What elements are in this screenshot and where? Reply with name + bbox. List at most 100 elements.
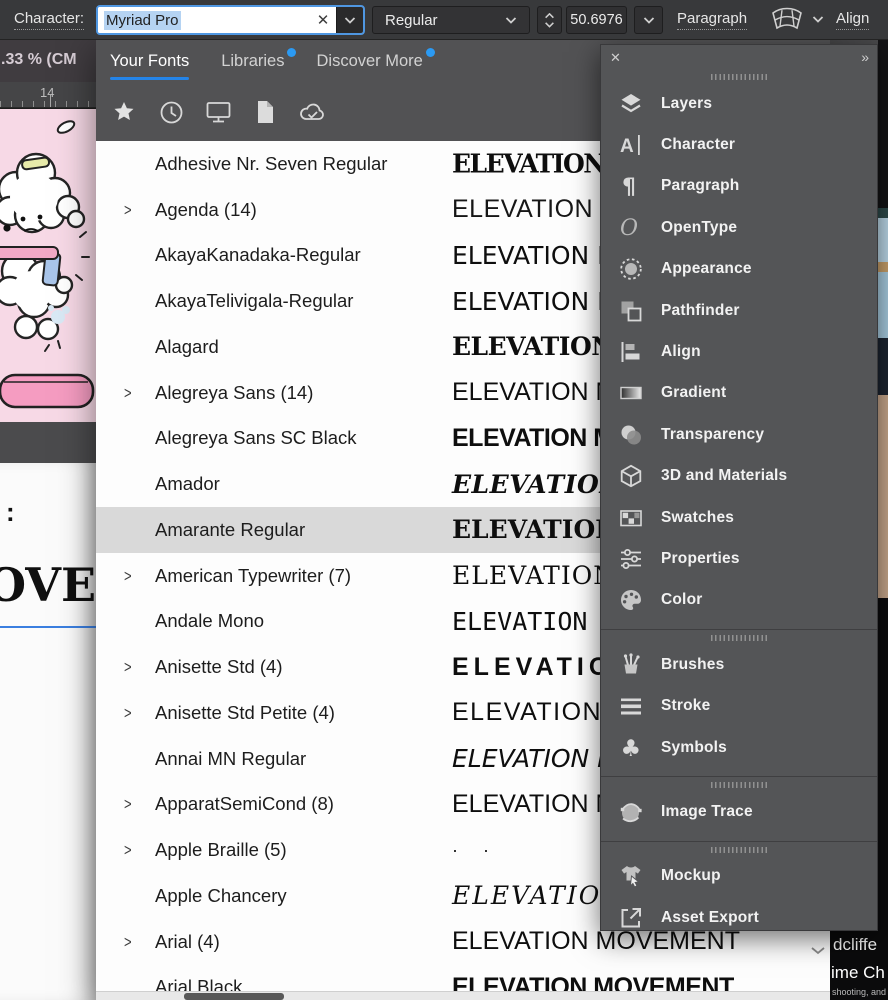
dock-item-align[interactable]: Align — [601, 331, 877, 372]
close-icon[interactable]: ✕ — [610, 50, 621, 66]
font-family-input[interactable]: Myriad Pro — [98, 7, 310, 33]
dock-panel-group: Brushes Stroke ♣ Symbols — [601, 629, 877, 776]
font-name: AkayaKanadaka-Regular — [155, 244, 361, 266]
font-name: Alagard — [155, 335, 219, 357]
dock-item-label: Brushes — [661, 655, 725, 673]
expand-chevron-icon[interactable]: > — [124, 383, 132, 402]
dock-item-image-trace[interactable]: Image Trace — [601, 791, 877, 832]
dock-item-appearance[interactable]: Appearance — [601, 249, 877, 290]
app-window: .33 % (CM 14: OVEM dcliffe ime Ch shoot… — [0, 0, 888, 1000]
transparency-icon — [618, 422, 644, 448]
font-name: American Typewriter (7) — [155, 564, 352, 586]
font-family-dropdown-button[interactable] — [336, 7, 363, 33]
opentype-icon: O — [618, 215, 644, 241]
expand-chevron-icon[interactable]: > — [124, 566, 132, 585]
paragraph-label[interactable]: Paragraph — [677, 10, 748, 30]
expand-panels-icon[interactable]: » — [861, 49, 869, 65]
dock-item-label: Transparency — [661, 425, 765, 443]
scroll-down-chevron-icon[interactable] — [810, 942, 826, 960]
dock-item-label: Swatches — [661, 508, 735, 526]
dock-item-brushes[interactable]: Brushes — [601, 644, 877, 685]
font-name: Amador — [155, 473, 220, 495]
tab-libraries[interactable]: Libraries — [221, 48, 297, 80]
activated-monitor-icon[interactable] — [204, 98, 232, 126]
dock-item-label: Color — [661, 591, 703, 609]
dock-item-gradient[interactable]: Gradient — [601, 373, 877, 414]
document-fonts-icon[interactable] — [251, 98, 279, 126]
stepper-down-icon[interactable] — [544, 21, 555, 28]
creative-cloud-icon[interactable] — [298, 98, 326, 126]
chevron-down-icon[interactable] — [812, 15, 824, 23]
dock-item-stroke[interactable]: Stroke — [601, 685, 877, 726]
font-preview: · · — [452, 839, 499, 860]
fonts-filter-bar — [110, 98, 326, 126]
expand-chevron-icon[interactable]: > — [124, 200, 132, 219]
dock-item-character[interactable]: A Character — [601, 124, 877, 165]
text-selection-underline — [0, 626, 96, 628]
align-label[interactable]: Align — [836, 10, 870, 30]
dock-drag-handle[interactable] — [711, 74, 767, 80]
horizontal-ruler: 14 — [0, 82, 96, 108]
artwork-text-line: ime Ch — [831, 963, 885, 982]
dock-item-label: Character — [661, 136, 736, 154]
font-size-dropdown-button[interactable] — [634, 6, 663, 34]
dock-item-label: Asset Export — [661, 908, 760, 926]
font-size-input[interactable]: 50.6976 — [566, 6, 627, 34]
font-name: Arial (4) — [155, 930, 220, 952]
expand-chevron-icon[interactable]: > — [124, 704, 132, 723]
warp-grid-icon[interactable] — [770, 6, 804, 32]
expand-chevron-icon[interactable]: > — [124, 795, 132, 814]
expand-chevron-icon[interactable]: > — [124, 932, 132, 951]
tab-your-fonts[interactable]: Your Fonts — [110, 52, 190, 80]
dock-item-paragraph[interactable]: ¶ Paragraph — [601, 166, 877, 207]
dock-item-label: Image Trace — [661, 802, 753, 820]
pathfinder-icon — [618, 298, 644, 324]
document-zoom-title: .33 % (CM — [0, 40, 96, 82]
ruler-tick-label: 14 — [40, 85, 55, 100]
asset-export-icon — [618, 905, 644, 930]
expand-chevron-icon[interactable]: > — [124, 658, 132, 677]
ruler-ticks — [0, 101, 96, 107]
font-row[interactable]: Arial Black ELEVATION MOVEMENT — [96, 965, 830, 991]
tab-discover-more[interactable]: Discover More — [316, 48, 435, 80]
dock-item-color[interactable]: Color — [601, 580, 877, 621]
ruler-major-tick — [50, 95, 51, 107]
clear-icon[interactable]: ✕ — [310, 7, 336, 33]
dock-item-layers[interactable]: Layers — [601, 83, 877, 124]
dock-panel-group: Layers A Character ¶ Paragraph O OpenType Appea… — [601, 69, 877, 629]
dock-item-asset-export[interactable]: Asset Export — [601, 897, 877, 930]
dock-drag-handle[interactable] — [711, 782, 767, 789]
artwork-text-line: dcliffe — [833, 935, 878, 954]
artboard-artwork — [0, 108, 96, 422]
scrollbar-thumb[interactable] — [184, 993, 284, 1000]
dock-header: ✕ » — [601, 45, 877, 69]
chevron-down-icon — [643, 16, 654, 24]
dock-item-label: Pathfinder — [661, 301, 740, 319]
dock-item-label: Paragraph — [661, 177, 740, 195]
dock-item-3d-and-materials[interactable]: 3D and Materials — [601, 456, 877, 497]
dock-item-transparency[interactable]: Transparency — [601, 414, 877, 455]
dock-item-properties[interactable]: Properties — [601, 538, 877, 579]
font-name: Anisette Std Petite (4) — [155, 701, 335, 723]
font-style-select[interactable]: Regular — [372, 6, 530, 34]
font-name: Annai MN Regular — [155, 747, 307, 769]
recent-clock-icon[interactable] — [157, 98, 185, 126]
dock-item-label: Stroke — [661, 697, 711, 715]
expand-chevron-icon[interactable]: > — [124, 841, 132, 860]
character-label[interactable]: Character: — [14, 10, 85, 30]
stepper-up-icon[interactable] — [544, 12, 555, 19]
dock-panel-group: Mockup Asset Export — [601, 840, 877, 930]
dock-item-swatches[interactable]: Swatches — [601, 497, 877, 538]
dock-item-mockup[interactable]: Mockup — [601, 856, 877, 897]
dock-drag-handle[interactable] — [711, 635, 767, 642]
horizontal-scrollbar[interactable] — [96, 991, 830, 1000]
dock-drag-handle[interactable] — [711, 846, 767, 853]
dock-item-label: Gradient — [661, 384, 727, 402]
dock-item-symbols[interactable]: ♣ Symbols — [601, 727, 877, 768]
dock-item-pathfinder[interactable]: Pathfinder — [601, 290, 877, 331]
chevron-down-icon — [344, 16, 356, 24]
font-size-stepper[interactable] — [537, 6, 562, 34]
dock-item-opentype[interactable]: O OpenType — [601, 207, 877, 248]
favorites-star-icon[interactable] — [110, 98, 138, 126]
notification-dot — [287, 48, 297, 57]
